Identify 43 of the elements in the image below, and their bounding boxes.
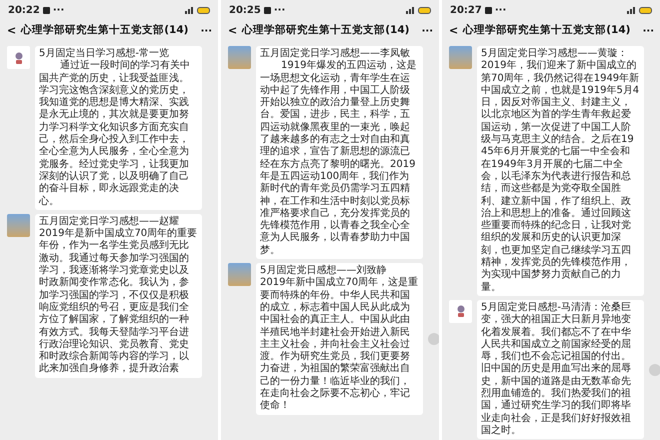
status-dots: ··· bbox=[52, 4, 64, 18]
avatar-photo-placeholder bbox=[7, 214, 30, 237]
signal-icon bbox=[627, 6, 636, 14]
avatar-photo-placeholder bbox=[449, 46, 472, 69]
back-button[interactable]: < bbox=[228, 22, 238, 40]
battery-icon bbox=[197, 6, 210, 14]
notification-icon bbox=[484, 6, 492, 14]
message-text: 2019年，我们迎来了新中国成立的第70周年，我仍然记得在1949年新中国成立之前，也就是1919年5月4日，因反对帝国主义、封建主义，以北京地区为首的学生青年救起爱国运动，第一次促进了中国工人阶级与马克思主义的结合。之后在1945年6月开展党的七届一中全会和在1949年3月开展的七届二中全会，以毛泽东为代表进行报告和总结，而这些都是为党夺取全国胜利、建立新中国，作了组织上、政治上和思想上的准备。通过回顾这些重要而特殊的纪念日，让我对党组织的发展和历史的认识更加深刻，也更加坚定自己继续学习五四精神，发挥党员的先锋模范作用，为实现中国梦努力贡献自己的力量。 bbox=[481, 60, 640, 294]
message-text: 2019年是新中国成立70周年的重要年份，作为一名学生党员感到无比激动。我通过每天参加学习强国的学习，我逐渐将学习党章党史以及时政新闻变作常态化。我认为，参加学习强国的学习，不仅仅是积极响应党组织的号召，更应是我们全方位了解国家，了解党组织的一种有效方式。我每天登陆学习平台进行政治理论知识、党员教育、党史和时政综合新闻等内容的学习，以此来加强自身修养，提升政治素 bbox=[39, 228, 198, 376]
message-text: 2019年新中国成立70周年，这是重要而特殊的年份。中华人民共和国的成立，标志着中国人民从此成为中国社会的真正主人。中国从此由半殖民地半封建社会开始进入新民主主义社会，并向社会主义社会过渡。作为研究生党员，我们更要努力奋进，为祖国的繁荣富强献出自己的一份力量！临近毕业的我们，在走向社会之际要不忘初心，牢记使命！ bbox=[260, 277, 419, 413]
more-button[interactable]: ··· bbox=[200, 24, 212, 38]
more-button[interactable]: ··· bbox=[422, 24, 433, 38]
chat-title: 心理学部研究生第十五党支部(14) bbox=[242, 23, 410, 38]
message-title: 五月固定党日学习感想——赵耀 bbox=[39, 216, 180, 228]
battery-icon bbox=[639, 6, 652, 14]
chat-title: 心理学部研究生第十五党支部(14) bbox=[21, 23, 188, 38]
status-time: 20:25 bbox=[229, 4, 261, 18]
message-title: 5月固定当日学习感想-常一览 bbox=[39, 48, 170, 60]
chat-title: 心理学部研究生第十五党支部(14) bbox=[463, 23, 630, 38]
back-button[interactable]: < bbox=[449, 22, 458, 40]
share-icon[interactable] bbox=[649, 364, 660, 376]
signal-icon bbox=[185, 6, 194, 14]
avatar-photo-placeholder bbox=[228, 263, 251, 286]
back-button[interactable]: < bbox=[7, 22, 16, 40]
message-title: 5月固定党日感想——刘致静 bbox=[260, 265, 388, 276]
notification-icon bbox=[264, 6, 271, 14]
battery-icon bbox=[418, 6, 431, 14]
message-title: 五月固定党日学习感想——李凤敏 bbox=[260, 48, 411, 60]
avatar-icon bbox=[7, 46, 30, 69]
message-text: 1919年爆发的五四运动，这是一场思想文化运动，青年学生在运动中起了先锋作用，中国工人阶级开始以独立的政治力量登上历史舞台。爱国，进步，民主，科学，五四运动就像黑夜里的一束光，唤起了越来越多的有志之士对自由和真理的追求，宣告了新思想的源流已经在东方点亮了黎明的曙光。2019年是五四运动100周年，我们作为新时代的青年党员仍需学习五四精神，在工作和生活中时刻以党员标准严格要求自己，充分发挥党员的先锋模范作用，以青春之我全心全意为人民服务，以青春梦助力中国梦。 bbox=[260, 60, 418, 258]
status-time: 20:22 bbox=[8, 4, 40, 18]
message-title: 5月固定党日学习感想——黄璇： bbox=[481, 48, 628, 60]
share-icon[interactable] bbox=[428, 332, 439, 345]
avatar-icon bbox=[449, 300, 472, 323]
signal-icon bbox=[406, 6, 415, 14]
more-button[interactable]: ··· bbox=[642, 24, 654, 38]
avatar-photo-placeholder bbox=[228, 46, 251, 69]
notification-icon bbox=[42, 6, 50, 14]
message-text: 通过近一段时间的学习有关中国共产党的历史，让我受益匪浅。学习完这饱含深刻意义的党历史，我知道党的思想是博大精深、实践是永无止境的，其次就是要更加努力学习科学文化知识多方面充实自己，然后全身心投入到工作中去，全心全意为人民服务，全心全意为党服务。经过党史学习，让我更加深刻的认识了党，以及明确了自己的奋斗目标，即永远跟党走的决心。 bbox=[39, 60, 191, 208]
status-dots: ··· bbox=[494, 4, 506, 18]
status-dots: ··· bbox=[274, 4, 286, 18]
message-title: 5月固定党日感想-马清清：沧桑巨变，强大的祖国正大日新月异地变化着发展着。我们都忘不了在中华人民共和国成立之前国家经受的屈辱，我们也不会忘记祖国的付出。旧中国的历史是用血写出来的屈辱史，新中国的道路是由无数革命先烈用血铺造的。我们热爱我们的祖国，通过研究生学习的我们即将毕业走向社会，正是我们好好报效祖国之时。 bbox=[481, 302, 632, 438]
status-time: 20:27 bbox=[450, 4, 482, 18]
